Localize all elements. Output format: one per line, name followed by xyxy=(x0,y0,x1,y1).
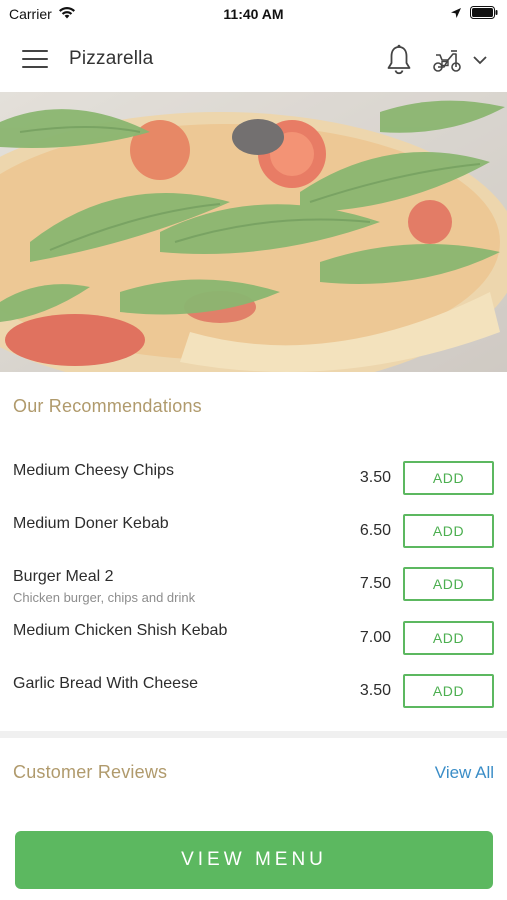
status-time: 11:40 AM xyxy=(223,6,284,22)
menu-item-description: Chicken burger, chips and drink xyxy=(13,590,196,605)
add-button[interactable]: ADD xyxy=(403,674,494,708)
menu-item-name: Garlic Bread With Cheese xyxy=(13,675,198,692)
scooter-icon[interactable] xyxy=(431,46,463,74)
add-button[interactable]: ADD xyxy=(403,514,494,548)
section-divider xyxy=(0,731,507,738)
carrier-label: Carrier xyxy=(9,6,52,22)
reviews-title: Customer Reviews xyxy=(13,762,168,782)
recommendations-title: Our Recommendations xyxy=(13,396,202,416)
app-header: Pizzarella xyxy=(0,28,507,92)
menu-item-price: 3.50 xyxy=(359,682,391,699)
status-left: Carrier xyxy=(9,6,76,22)
wifi-icon xyxy=(58,6,76,22)
menu-item-price: 7.50 xyxy=(359,575,391,592)
status-bar: Carrier 11:40 AM xyxy=(0,0,507,28)
pizza-hero-image xyxy=(0,92,507,372)
menu-item-price: 3.50 xyxy=(359,469,391,486)
menu-item-row: Medium Doner Kebab 6.50 ADD xyxy=(0,503,507,551)
bell-icon[interactable] xyxy=(385,44,413,76)
view-all-link[interactable]: View All xyxy=(435,763,494,783)
chevron-down-icon[interactable] xyxy=(471,52,489,68)
add-button[interactable]: ADD xyxy=(403,461,494,495)
add-button[interactable]: ADD xyxy=(403,621,494,655)
menu-item-price: 7.00 xyxy=(359,629,391,646)
menu-item-row: Burger Meal 2 Chicken burger, chips and … xyxy=(0,556,507,605)
menu-item-row: Medium Chicken Shish Kebab 7.00 ADD xyxy=(0,610,507,658)
menu-item-row: Medium Cheesy Chips 3.50 ADD xyxy=(0,450,507,498)
location-arrow-icon xyxy=(450,6,462,22)
menu-item-name: Medium Cheesy Chips xyxy=(13,462,174,479)
status-right xyxy=(450,6,498,22)
view-menu-button[interactable]: VIEW MENU xyxy=(15,831,493,889)
hamburger-menu-icon[interactable] xyxy=(22,50,48,70)
add-button[interactable]: ADD xyxy=(403,567,494,601)
menu-item-price: 6.50 xyxy=(359,522,391,539)
menu-item-name: Medium Chicken Shish Kebab xyxy=(13,622,228,639)
menu-item-name: Medium Doner Kebab xyxy=(13,515,169,532)
battery-icon xyxy=(470,6,498,22)
menu-item-row: Garlic Bread With Cheese 3.50 ADD xyxy=(0,663,507,711)
app-title: Pizzarella xyxy=(69,48,154,69)
menu-item-name: Burger Meal 2 xyxy=(13,568,114,585)
